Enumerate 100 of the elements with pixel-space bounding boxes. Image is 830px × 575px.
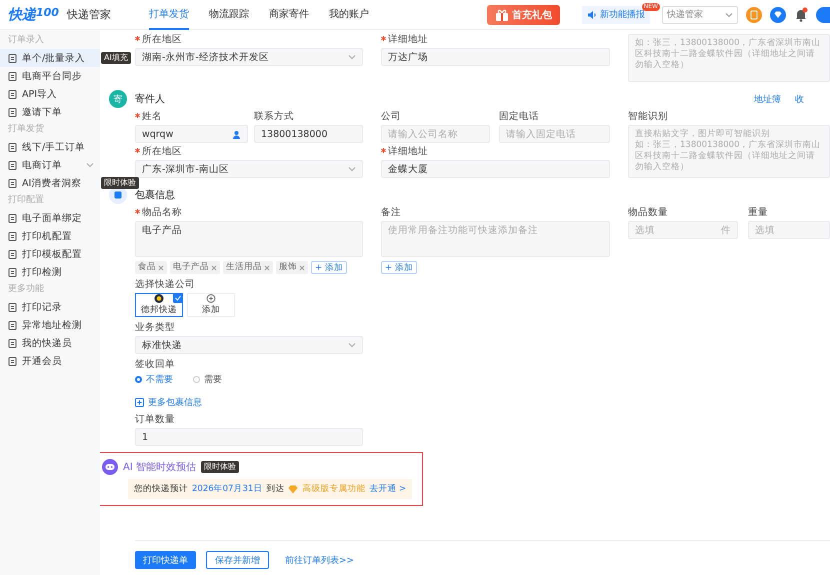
document-icon[interactable] (746, 6, 762, 22)
section-title: 包裹信息 (135, 188, 175, 202)
weight-field[interactable]: 选填 (748, 221, 830, 239)
item-tag[interactable]: 服饰 (276, 261, 308, 274)
carrier-option[interactable]: 添加 (187, 293, 235, 317)
bell-icon[interactable] (794, 6, 808, 22)
item-name-field[interactable]: 电子产品 (135, 221, 363, 257)
carrier-logo-icon (154, 294, 164, 303)
save-new-button[interactable]: 保存并新增 (206, 551, 269, 569)
document-icon (8, 214, 17, 222)
sidebar-item[interactable]: 异常地址检测 (0, 316, 100, 334)
field-placeholder: 直接粘贴文字，图片即可智能识别 (635, 129, 771, 140)
app-name: 快递管家 (66, 7, 111, 22)
add-remark-button[interactable]: + 添加 (381, 261, 417, 274)
required-icon (381, 36, 386, 41)
sidebar-heading: 打单发货 (7, 122, 45, 136)
document-icon (8, 302, 17, 312)
speaker-icon (587, 10, 597, 20)
service-type-select[interactable]: 标准快递 (135, 336, 363, 354)
document-icon (8, 160, 17, 170)
sender-badge: 寄 (109, 90, 127, 108)
chevron-down-icon (348, 53, 356, 61)
close-icon[interactable] (299, 264, 305, 270)
name-field[interactable]: wqrqw (135, 125, 248, 143)
person-icon (232, 130, 241, 138)
nav-tab[interactable]: 打单发货 (148, 0, 189, 30)
unit-label: 件 (721, 224, 731, 236)
sidebar-item[interactable]: AI消费者洞察 (0, 174, 100, 192)
box-icon (114, 191, 122, 199)
receipt-radio[interactable]: 不需要 (135, 373, 173, 386)
avatar[interactable] (816, 6, 830, 22)
field-label: 备注 (381, 207, 402, 219)
sidebar-item[interactable]: 电商订单 (0, 156, 100, 174)
document-icon (8, 356, 17, 366)
landline-field[interactable]: 请输入固定电话 (499, 125, 610, 143)
receipt-radio[interactable]: 需要 (193, 373, 222, 386)
account-select[interactable]: 快递管家 (662, 6, 738, 24)
item-tag[interactable]: 生活用品 (223, 261, 273, 274)
estimate-date: 2026年07月31日 (192, 483, 262, 495)
address-field[interactable]: 万达广场 (381, 48, 610, 66)
sidebar-item[interactable]: 打印检测 (0, 263, 100, 281)
field-label: 重量 (748, 207, 769, 219)
close-icon[interactable] (211, 264, 217, 270)
sidebar-item[interactable]: 电子面单绑定 (0, 209, 100, 227)
carrier-option[interactable]: 德邦快递 (135, 293, 183, 317)
sidebar-item[interactable]: API导入 (0, 85, 100, 103)
field-label: 所在地区 (135, 34, 363, 46)
plus-square-icon (135, 398, 144, 407)
nav-tab[interactable]: 物流跟踪 (208, 0, 249, 30)
document-icon (8, 250, 17, 258)
estimate-text: 到达 (266, 483, 284, 495)
sidebar-item[interactable]: 我的快递员 (0, 334, 100, 352)
sidebar-item[interactable]: 打印模板配置 (0, 245, 100, 263)
nav-tab[interactable]: 我的账户 (328, 0, 369, 30)
sidebar-item[interactable]: 打印机配置 (0, 227, 100, 245)
field-placeholder: 如：张三，13800138000，广东省深圳市南山区科技南十二路金蝶软件园（详细地址之间请勿输入空格） (635, 140, 822, 173)
print-button[interactable]: 打印快递单 (135, 551, 196, 569)
item-tag[interactable]: 电子产品 (170, 261, 220, 274)
trial-badge: 限时体验 (200, 461, 239, 473)
address-field[interactable]: 金蝶大厦 (381, 160, 610, 178)
field-label: 联系方式 (254, 111, 295, 123)
sidebar-item[interactable]: 电商平台同步 (0, 67, 100, 85)
sidebar-item[interactable]: 线下/手工订单 (0, 138, 100, 156)
company-field[interactable]: 请输入公司名称 (381, 125, 490, 143)
document-icon (8, 54, 17, 62)
required-icon (135, 148, 140, 153)
item-tag[interactable]: 食品 (135, 261, 167, 274)
sidebar-item[interactable]: 单个/批量录入 (0, 49, 100, 67)
order-count-field[interactable]: 1 (135, 428, 363, 446)
document-icon (8, 90, 17, 98)
field-label: 业务类型 (135, 322, 175, 334)
phone-field[interactable]: 13800138000 (254, 125, 363, 143)
checkmark-icon (173, 293, 183, 303)
order-list-link[interactable]: 前往订单列表>> (285, 554, 354, 566)
header-link[interactable]: 收 (795, 92, 804, 106)
document-icon (8, 142, 17, 152)
document-icon (8, 72, 17, 80)
remarks-field[interactable]: 使用常用备注功能可快速添加备注 (381, 221, 610, 257)
close-icon[interactable] (158, 264, 164, 270)
add-tag-button[interactable]: + 添加 (311, 261, 347, 274)
smart-paste-field[interactable]: 如：张三，13800138000，广东省深圳市南山区科技南十二路金蝶软件园（详细地址之间请勿输入空格） (628, 34, 830, 82)
header-link[interactable]: 地址簿 (754, 92, 781, 106)
document-icon (8, 108, 17, 116)
sidebar-item[interactable]: 邀请下单 (0, 103, 100, 121)
sidebar-item[interactable]: 开通会员 (0, 352, 100, 370)
chevron-down-icon (348, 341, 356, 349)
nav-tab[interactable]: 商家寄件 (268, 0, 309, 30)
upgrade-link[interactable]: 去开通 > (369, 483, 406, 495)
sidebar-item[interactable]: 打印记录 (0, 298, 100, 316)
field-label: 详细地址 (381, 146, 610, 158)
section-title: 寄件人 (135, 92, 165, 106)
document-icon (8, 268, 17, 276)
close-icon[interactable] (264, 264, 270, 270)
diamond-icon (288, 484, 298, 494)
document-icon (8, 232, 17, 240)
region-select[interactable]: 湖南-永州市-经济技术开发区 (135, 48, 363, 66)
field-label: 固定电话 (499, 111, 540, 123)
region-select[interactable]: 广东-深圳市-南山区 (135, 160, 363, 178)
more-info-link[interactable]: 更多包裹信息 (135, 396, 202, 409)
document-icon (8, 320, 17, 330)
